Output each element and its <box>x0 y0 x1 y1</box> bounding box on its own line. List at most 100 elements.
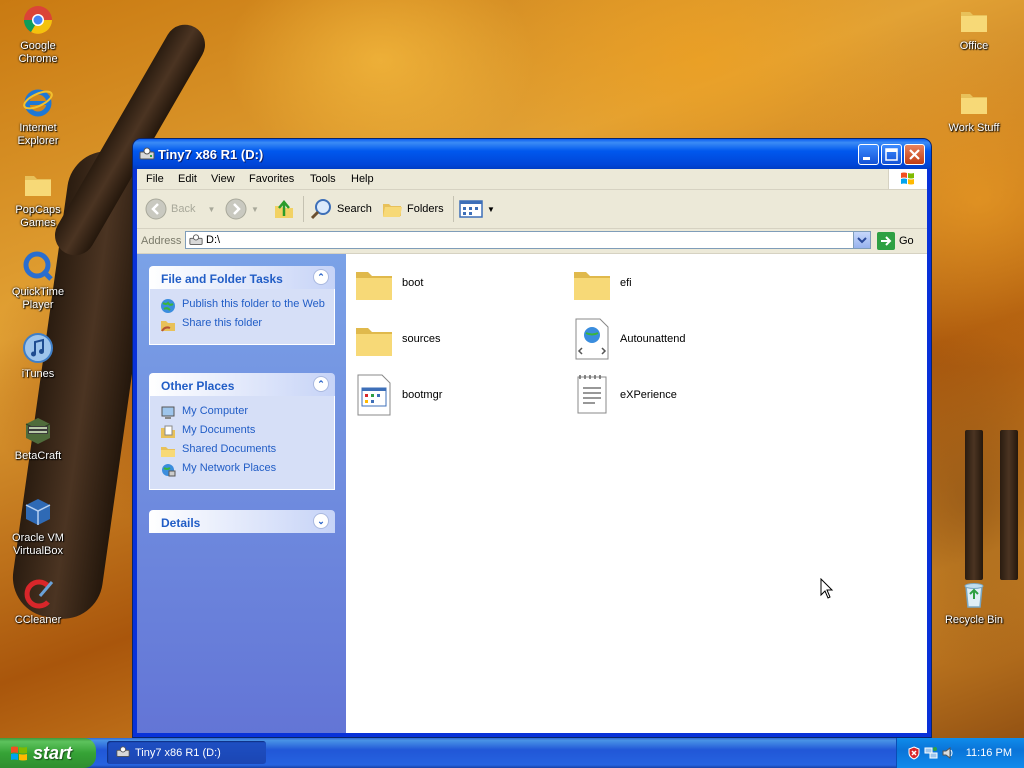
up-folder-button[interactable] <box>273 197 295 221</box>
file-item-boot[interactable]: boot <box>354 262 423 304</box>
file-list: boot efi sources Autounattend bootmgr eX… <box>346 254 927 733</box>
file-name: Autounattend <box>620 333 686 345</box>
publish-folder-link[interactable]: Publish this folder to the Web <box>160 298 334 314</box>
security-shield-icon[interactable] <box>907 746 921 760</box>
desktop-icon-oracle-vm-virtualbox[interactable]: Oracle VM VirtualBox <box>0 496 76 558</box>
search-button[interactable]: Search <box>309 197 372 221</box>
network-icon <box>162 464 176 477</box>
folder-icon <box>961 12 987 32</box>
details-panel: Details ⌄ <box>149 510 335 533</box>
search-label: Search <box>337 203 372 215</box>
address-value: D:\ <box>206 234 221 246</box>
system-file-icon <box>357 374 391 416</box>
documents-folder-icon <box>161 425 175 438</box>
close-button[interactable] <box>904 144 925 165</box>
window-client: File Edit View Favorites Tools Help Back… <box>137 169 927 733</box>
address-dropdown-button[interactable] <box>853 232 870 248</box>
folder-icon <box>574 272 610 300</box>
expand-chevron-icon[interactable]: ⌄ <box>313 513 329 529</box>
panel-header[interactable]: File and Folder Tasks ⌃ <box>149 266 335 289</box>
folder-icon <box>356 328 392 356</box>
desktop-icon-google-chrome[interactable]: Google Chrome <box>0 4 76 66</box>
folders-icon <box>383 204 402 217</box>
share-folder-link[interactable]: Share this folder <box>160 317 334 333</box>
menu-help[interactable]: Help <box>351 173 374 185</box>
menu-view[interactable]: View <box>211 173 235 185</box>
explorer-window[interactable]: Tiny7 x86 R1 (D:) File Edit View Favorit… <box>133 139 931 737</box>
betacraft-icon <box>25 418 51 444</box>
desktop-icon-label: Oracle VM VirtualBox <box>12 532 64 557</box>
my-network-places-link[interactable]: My Network Places <box>160 462 334 478</box>
toolbar-separator <box>303 196 304 222</box>
menu-edit[interactable]: Edit <box>178 173 197 185</box>
folders-button[interactable]: Folders <box>381 197 444 221</box>
panel-header[interactable]: Other Places ⌃ <box>149 373 335 396</box>
go-button[interactable]: Go <box>877 232 914 250</box>
taskbar-window-button[interactable]: Tiny7 x86 R1 (D:) <box>107 741 266 764</box>
my-computer-link[interactable]: My Computer <box>160 405 334 421</box>
menu-tools[interactable]: Tools <box>310 173 336 185</box>
back-dropdown-icon[interactable]: ▼ <box>207 205 215 214</box>
mouse-cursor-icon <box>820 578 834 599</box>
views-dropdown-icon: ▼ <box>487 204 495 214</box>
desktop-icon-internet-explorer[interactable]: Internet Explorer <box>0 86 76 148</box>
desktop-icon-work-stuff[interactable]: Work Stuff <box>936 86 1012 135</box>
file-item-autounattend[interactable]: Autounattend <box>572 318 685 360</box>
window-title: Tiny7 x86 R1 (D:) <box>158 147 264 162</box>
taskbar: start Tiny7 x86 R1 (D:) 11:16 PM <box>0 738 1024 768</box>
start-button[interactable]: start <box>0 738 96 768</box>
clock[interactable]: 11:16 PM <box>966 747 1012 759</box>
quicktime-icon <box>23 251 53 281</box>
panel-body: My Computer My Documents Shared Document… <box>149 396 335 490</box>
desktop-icon-popcaps-games[interactable]: PopCaps Games <box>0 168 76 230</box>
file-name: bootmgr <box>402 389 443 401</box>
back-button[interactable]: Back ▼ <box>145 197 215 221</box>
file-item-bootmgr[interactable]: bootmgr <box>354 374 442 416</box>
menu-favorites[interactable]: Favorites <box>249 173 294 185</box>
shared-folder-icon <box>161 447 175 457</box>
chevron-down-icon <box>857 237 867 244</box>
task-pane: File and Folder Tasks ⌃ Publish this fol… <box>137 254 346 733</box>
file-item-sources[interactable]: sources <box>354 318 441 360</box>
desktop-icon-quicktime-player[interactable]: QuickTime Player <box>0 250 76 312</box>
network-tray-icon[interactable] <box>924 746 938 760</box>
collapse-chevron-icon[interactable]: ⌃ <box>313 376 329 392</box>
shared-documents-label: Shared Documents <box>182 443 277 455</box>
desktop-icon-ccleaner[interactable]: CCleaner <box>0 578 76 627</box>
desktop-icon-label: iTunes <box>21 368 55 380</box>
collapse-chevron-icon[interactable]: ⌃ <box>313 269 329 285</box>
desktop-icon-itunes[interactable]: iTunes <box>0 332 76 381</box>
panel-header[interactable]: Details ⌄ <box>149 510 335 533</box>
menu-file[interactable]: File <box>146 173 164 185</box>
file-item-efi[interactable]: efi <box>572 262 632 304</box>
address-input[interactable]: D:\ <box>185 231 871 249</box>
share-folder-label: Share this folder <box>182 317 263 329</box>
desktop-icon-recycle-bin[interactable]: Recycle Bin <box>936 578 1012 627</box>
go-label: Go <box>899 235 914 247</box>
share-folder-icon <box>161 321 175 332</box>
desktop-icon-label: Work Stuff <box>948 122 1000 134</box>
minimize-button[interactable] <box>858 144 879 165</box>
file-item-experience[interactable]: eXPerience <box>572 374 677 416</box>
windows-logo-icon <box>901 172 914 185</box>
window-titlebar[interactable]: Tiny7 x86 R1 (D:) <box>133 139 931 169</box>
address-bar: Address D:\ Go <box>137 229 927 254</box>
search-icon <box>310 199 331 220</box>
volume-icon[interactable] <box>941 746 955 760</box>
windows-flag-logo <box>888 169 927 189</box>
maximize-button[interactable] <box>881 144 902 165</box>
desktop-icon-office[interactable]: Office <box>936 4 1012 53</box>
address-label: Address <box>141 235 182 247</box>
forward-button[interactable]: ▼ <box>225 197 259 221</box>
my-documents-label: My Documents <box>182 424 256 436</box>
maximize-icon <box>885 148 898 161</box>
my-documents-link[interactable]: My Documents <box>160 424 334 440</box>
desktop-icon-label: CCleaner <box>14 614 62 626</box>
desktop-icon-betacraft[interactable]: BetaCraft <box>0 414 76 463</box>
other-places-panel: Other Places ⌃ My Computer My Documents … <box>149 373 335 490</box>
shared-documents-link[interactable]: Shared Documents <box>160 443 334 459</box>
forward-dropdown-icon[interactable]: ▼ <box>251 205 259 214</box>
panel-title: Details <box>161 516 201 530</box>
views-button[interactable]: ▼ <box>459 197 495 221</box>
close-icon <box>909 149 920 160</box>
